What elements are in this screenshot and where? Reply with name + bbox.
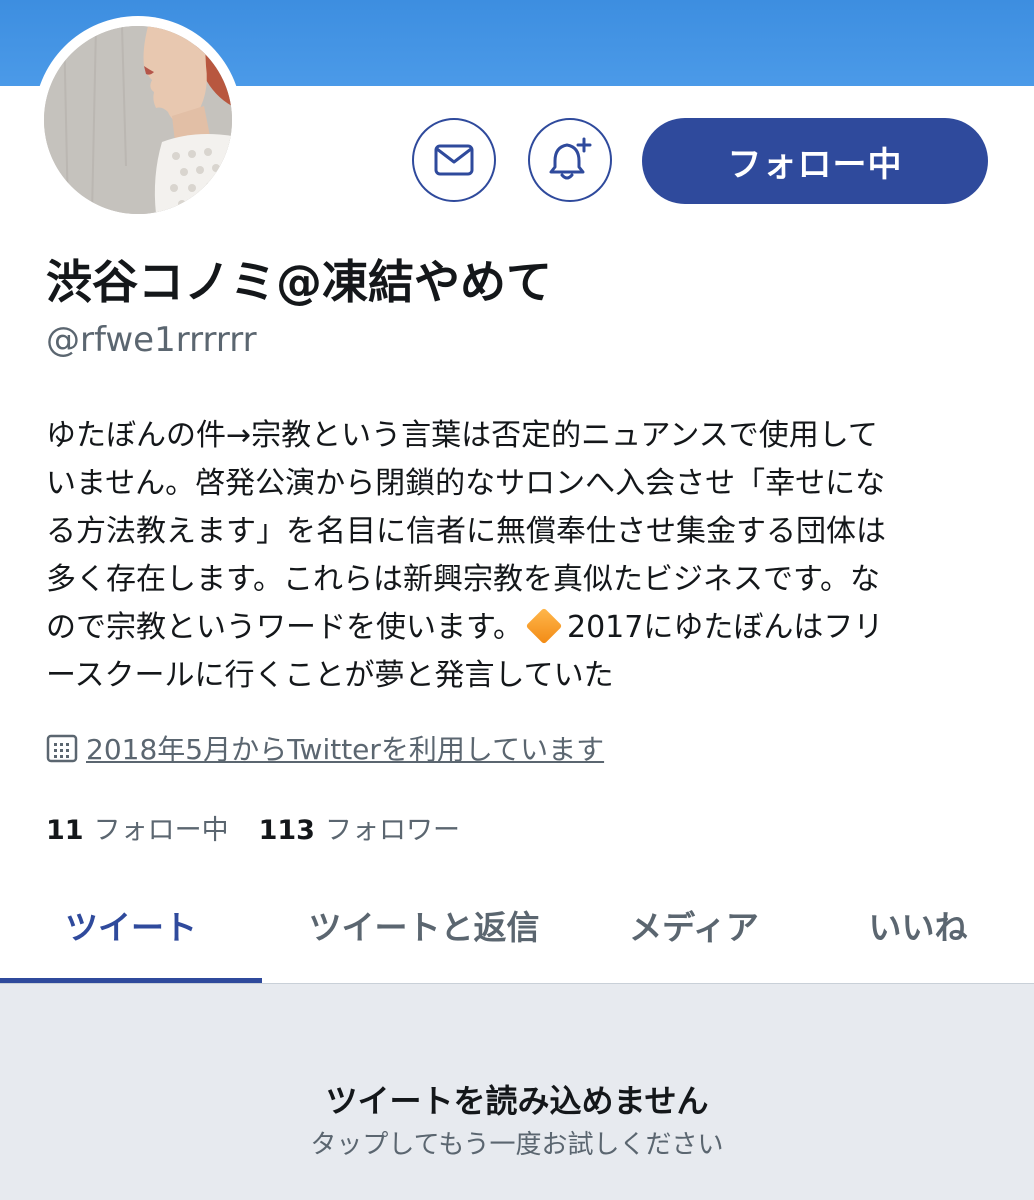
bio-line: る方法教えます」を名目に信者に無償奉仕させ集金する団体は: [46, 514, 886, 549]
avatar[interactable]: [44, 26, 232, 214]
tab-media[interactable]: メディア: [586, 870, 802, 980]
display-name: 渋谷コノミ@凍結やめて: [46, 255, 552, 309]
calendar-icon: [46, 734, 78, 763]
follow-button[interactable]: フォロー中: [642, 118, 988, 204]
mail-icon: [434, 144, 474, 176]
bio-line: ゆたぼんの件→宗教という言葉は否定的ニュアンスで使用して: [46, 418, 878, 453]
avatar-photo: [44, 26, 232, 214]
retry-hint[interactable]: タップしてもう一度お試しください: [0, 1124, 1034, 1161]
user-handle: @rfwe1rrrrrr: [46, 320, 257, 360]
bio-line: いません。啓発公演から閉鎖的なサロンへ入会させ「幸せにな: [46, 466, 886, 501]
bio-line: 多く存在します。これらは新興宗教を真似たビジネスです。な: [46, 562, 880, 597]
bio-text: ので宗教というワードを使います。: [46, 610, 523, 645]
followers-count: 113: [258, 815, 315, 846]
message-button[interactable]: [412, 118, 496, 202]
tab-tweets-and-replies[interactable]: ツイートと返信: [262, 870, 586, 980]
profile-bio: ゆたぼんの件→宗教という言葉は否定的ニュアンスで使用して いません。啓発公演から…: [46, 412, 996, 700]
followers-label: フォロワー: [324, 815, 460, 846]
joined-date: 2018年5月からTwitterを利用しています: [46, 728, 604, 768]
followers-stat[interactable]: 113 フォロワー: [259, 808, 460, 847]
profile-tabs: ツイート ツイートと返信 メディア いいね: [0, 870, 1034, 984]
bio-text: 2017にゆたぼんはフリ: [567, 610, 884, 645]
bio-line: ので宗教というワードを使います。 2017にゆたぼんはフリ: [46, 604, 996, 652]
joined-text: 2018年5月からTwitterを利用しています: [86, 733, 605, 766]
orange-diamond-icon: [525, 607, 563, 645]
bell-plus-icon: [549, 137, 592, 180]
following-stat[interactable]: 11 フォロー中: [46, 808, 229, 847]
following-count: 11: [46, 815, 84, 846]
bio-line: ースクールに行くことが夢と発言していた: [46, 658, 614, 693]
follow-stats: 11 フォロー中 113 フォロワー: [46, 808, 460, 847]
following-label: フォロー中: [93, 815, 229, 846]
error-title: ツイートを読み込めません: [325, 1082, 709, 1120]
tweets-error-panel[interactable]: ツイートを読み込めません タップしてもう一度お試しください: [0, 984, 1034, 1200]
notify-button[interactable]: [528, 118, 612, 202]
tab-tweets[interactable]: ツイート: [0, 870, 262, 980]
tab-likes[interactable]: いいね: [802, 870, 1034, 980]
